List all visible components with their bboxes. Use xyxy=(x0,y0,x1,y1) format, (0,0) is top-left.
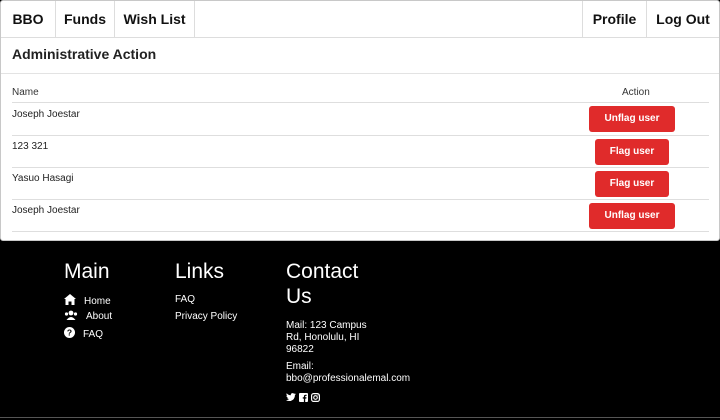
footer-links-title: Links xyxy=(175,260,225,283)
nav-logout[interactable]: Log Out xyxy=(647,1,719,37)
column-header-name: Name xyxy=(12,87,39,98)
page-title: Administrative Action xyxy=(12,46,157,62)
row-divider xyxy=(12,135,709,136)
table-row-name: Joseph Joestar xyxy=(12,205,80,216)
footer-contact-title-2: Us xyxy=(286,285,312,308)
title-divider xyxy=(1,73,719,74)
column-header-action: Action xyxy=(622,87,650,98)
footer-mail-line: 96822 xyxy=(286,344,314,355)
footer-bottom-border xyxy=(0,417,720,418)
footer-email-value[interactable]: bbo@professionalemal.com xyxy=(286,373,410,385)
unflag-user-button[interactable]: Unflag user xyxy=(589,106,675,132)
footer-link-home[interactable]: Home xyxy=(64,294,111,308)
nav-brand[interactable]: BBO xyxy=(1,1,55,37)
footer-email-label: Email: xyxy=(286,361,314,372)
social-links xyxy=(286,389,321,407)
footer-link-label: Home xyxy=(84,295,111,307)
flag-user-button[interactable]: Flag user xyxy=(595,171,669,197)
footer-link-faq[interactable]: ? FAQ xyxy=(64,327,103,341)
row-divider xyxy=(12,167,709,168)
footer-mail-line: Rd, Honolulu, HI xyxy=(286,332,360,343)
nav-wishlist[interactable]: Wish List xyxy=(115,1,194,37)
main-panel: BBO Funds Wish List Profile Log Out Admi… xyxy=(0,0,720,241)
users-icon xyxy=(64,310,86,323)
unflag-user-button[interactable]: Unflag user xyxy=(589,203,675,229)
nav-divider xyxy=(194,1,195,37)
top-navbar: BBO Funds Wish List Profile Log Out xyxy=(1,1,719,38)
home-icon xyxy=(64,294,84,308)
footer-contact-title: Contact xyxy=(286,260,359,283)
footer-link-label: FAQ xyxy=(83,328,104,340)
instagram-icon[interactable] xyxy=(311,389,321,407)
svg-text:?: ? xyxy=(67,328,72,338)
question-circle-icon: ? xyxy=(64,327,83,341)
row-divider xyxy=(12,199,709,200)
footer-link-privacy[interactable]: Privacy Policy xyxy=(175,311,237,323)
twitter-icon[interactable] xyxy=(286,389,296,407)
table-row-name: 123 321 xyxy=(12,141,49,152)
table-row-name: Joseph Joestar xyxy=(12,109,80,120)
facebook-icon[interactable] xyxy=(299,389,308,407)
row-divider xyxy=(12,102,709,103)
footer-link-about[interactable]: About xyxy=(64,310,112,323)
footer-link-label: About xyxy=(86,311,113,322)
row-divider xyxy=(12,231,709,232)
footer-link-faq-2[interactable]: FAQ xyxy=(175,294,195,306)
nav-funds[interactable]: Funds xyxy=(56,1,114,37)
nav-profile[interactable]: Profile xyxy=(583,1,646,37)
table-row-name: Yasuo Hasagi xyxy=(12,173,74,184)
footer-mail-line: Mail: 123 Campus xyxy=(286,320,367,331)
footer-main-title: Main xyxy=(64,260,110,283)
flag-user-button[interactable]: Flag user xyxy=(595,139,669,165)
